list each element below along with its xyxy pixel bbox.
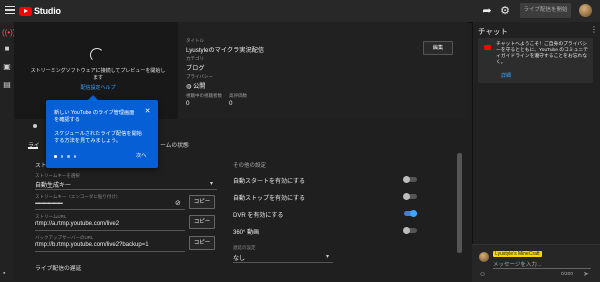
page-dot	[60, 155, 63, 158]
key-select-underline	[35, 189, 217, 190]
tab-stream-health[interactable]: ームの状態	[160, 140, 189, 149]
onboarding-tooltip: 新しい YouTube のライブ管理画面を確認する ✕ スケジュールされたライブ…	[46, 95, 158, 168]
auto-start-toggle-knob[interactable]	[403, 176, 410, 183]
youtube-studio-logo[interactable]: Studio	[19, 5, 61, 17]
category-label: カテゴリ	[186, 56, 204, 61]
video360-label: 360° 動画	[233, 230, 260, 236]
hamburger-menu-icon[interactable]	[5, 6, 15, 15]
edit-button[interactable]: 編集	[423, 41, 453, 55]
other-settings-heading: その他の設定	[233, 163, 267, 169]
gear-icon[interactable]: ⚙	[499, 5, 511, 17]
copy-backup-button[interactable]: コピー	[189, 236, 215, 250]
chevron-down-icon[interactable]: ▾	[210, 180, 213, 187]
title-label: タイトル	[186, 38, 204, 43]
status-dot-icon	[33, 124, 37, 128]
backup-url-underline	[35, 251, 185, 252]
copy-key-button[interactable]: コピー	[189, 195, 215, 209]
key-select-label: ストリームキーを選択	[35, 173, 80, 178]
visibility-off-icon[interactable]: ⊘	[175, 199, 181, 207]
tooltip-title: 新しい YouTube のライブ管理画面を確認する	[54, 110, 135, 123]
page-dot	[73, 155, 76, 158]
tooltip-pagination	[54, 155, 76, 158]
privacy-label: プライバシー	[186, 74, 213, 79]
viewers-label: 視聴中の視聴者数	[186, 93, 222, 98]
go-live-button[interactable]: ライブ配信を開始	[520, 3, 571, 18]
share-icon[interactable]: ➦	[481, 5, 493, 17]
loading-spinner-icon	[90, 48, 104, 62]
chat-char-count: 0/200	[561, 272, 574, 277]
auto-stop-toggle-knob[interactable]	[403, 193, 410, 200]
more-options-icon[interactable]: ⋮	[590, 25, 598, 34]
feedback-icon[interactable]: ▪	[3, 270, 11, 278]
dvr-label: DVR を有効にする	[233, 213, 284, 219]
privacy-text: 公開	[193, 83, 206, 90]
tooltip-body: スケジュールされたライブ配信を開始する方法を見てみましょう。	[54, 131, 142, 144]
delay-underline	[233, 262, 333, 263]
setup-help-link[interactable]: 配信設定ヘルプ	[40, 84, 156, 91]
chat-input-underline	[493, 268, 591, 269]
stream-key-field[interactable]: ••••••••••••••••••••••	[35, 201, 63, 207]
camera-icon[interactable]: ■	[2, 44, 12, 54]
youtube-logo-icon	[19, 6, 32, 16]
chat-message-input[interactable]: メッセージを入力...	[493, 260, 541, 268]
key-select-value[interactable]: 自動生成キー	[35, 180, 71, 189]
youtube-logo-icon	[484, 45, 491, 50]
dvr-toggle-knob[interactable]	[410, 210, 417, 217]
video360-toggle-knob[interactable]	[403, 227, 410, 234]
stream-url-underline	[35, 230, 185, 231]
backup-url-label: バックアップサーバーのURL	[35, 235, 94, 240]
chat-user-avatar	[479, 252, 489, 262]
likes-count: 0	[229, 100, 233, 107]
auto-start-label: 自動スタートを有効にする	[233, 179, 306, 185]
stream-url-label: ストリームURL	[35, 214, 67, 219]
preview-message: ストリーミングソフトウェアに接続してプレビューを開始します	[30, 68, 166, 81]
backup-url-field[interactable]: rtmp://b.rtmp.youtube.com/live2?backup=1	[35, 242, 149, 248]
category-value: ブログ	[186, 65, 205, 72]
chat-title: チャット	[478, 27, 508, 36]
stream-info-panel	[178, 22, 468, 119]
send-icon[interactable]: ➤	[583, 270, 589, 278]
settings-scrollbar[interactable]	[457, 153, 462, 253]
privacy-value: ◍ 公開	[186, 81, 206, 90]
delay-chevron-down-icon[interactable]: ▾	[326, 253, 329, 260]
page-dot	[67, 155, 70, 158]
close-icon[interactable]: ✕	[144, 108, 151, 115]
page-dot	[54, 155, 57, 158]
stream-section-label: スト	[35, 163, 47, 169]
chat-user-name: Lyustyle's MineCraft	[493, 251, 542, 257]
left-rail	[0, 22, 15, 281]
chat-notice-link[interactable]: 詳細	[501, 72, 511, 79]
manage-icon[interactable]: ▤	[2, 80, 12, 90]
delay-label: 遅延の設定	[233, 245, 256, 250]
copy-url-button[interactable]: コピー	[189, 215, 215, 229]
live-broadcast-icon[interactable]: ((•))	[2, 28, 15, 38]
emoji-icon[interactable]: ☺	[479, 271, 487, 279]
account-avatar[interactable]	[579, 4, 592, 17]
stream-url-field[interactable]: rtmp://a.rtmp.youtube.com/live2	[35, 221, 119, 227]
auto-stop-label: 自動ストップを有効にする	[233, 196, 306, 202]
likes-label: 高評価数	[229, 93, 247, 98]
stream-key-label: ストリームキー（エンコーダに貼り付け）	[35, 194, 121, 199]
logo-text: Studio	[34, 6, 61, 16]
chat-notice-text: チャットへようこそ！ご自身のプライバシーを守るとともに、YouTube のコミュ…	[496, 42, 588, 65]
latency-label: ライブ配信の遅延	[35, 266, 82, 272]
viewers-count: 0	[186, 100, 190, 107]
stream-key-underline	[35, 209, 185, 210]
next-button[interactable]: 次へ	[136, 152, 146, 159]
calendar-icon[interactable]: ▣	[2, 62, 12, 72]
stream-title: Lyustyleのマイクラ実況配信	[186, 47, 265, 54]
delay-select[interactable]: なし	[233, 253, 245, 262]
